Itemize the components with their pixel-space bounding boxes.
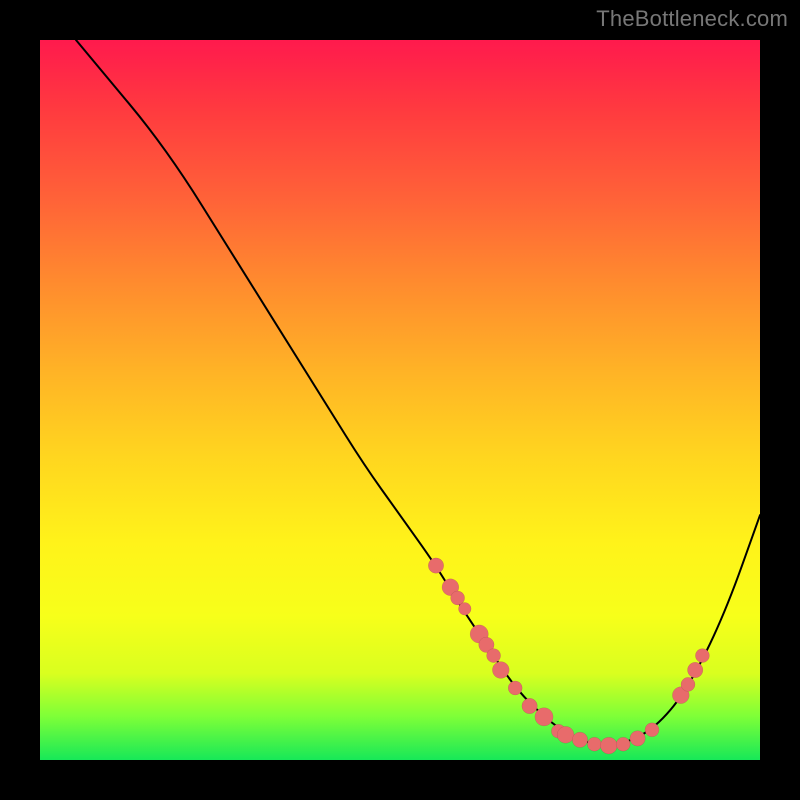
chart-svg [40, 40, 760, 760]
curve-marker [688, 662, 703, 677]
curve-marker [557, 726, 574, 743]
bottleneck-curve [76, 40, 760, 744]
curve-marker [600, 737, 617, 754]
watermark-text: TheBottleneck.com [596, 6, 788, 32]
curve-marker [616, 737, 630, 751]
curve-marker [522, 698, 537, 713]
curve-marker [695, 649, 709, 663]
curve-marker [630, 731, 645, 746]
curve-marker [428, 558, 443, 573]
curve-marker [487, 649, 501, 663]
curve-marker [535, 708, 553, 726]
curve-marker [459, 603, 472, 616]
curve-marker [572, 732, 587, 747]
curve-markers-group [428, 558, 709, 754]
chart-gradient-area [40, 40, 760, 760]
curve-marker [587, 737, 601, 751]
curve-marker [681, 677, 695, 691]
curve-marker [645, 723, 659, 737]
curve-marker [508, 681, 522, 695]
curve-marker [492, 662, 509, 679]
